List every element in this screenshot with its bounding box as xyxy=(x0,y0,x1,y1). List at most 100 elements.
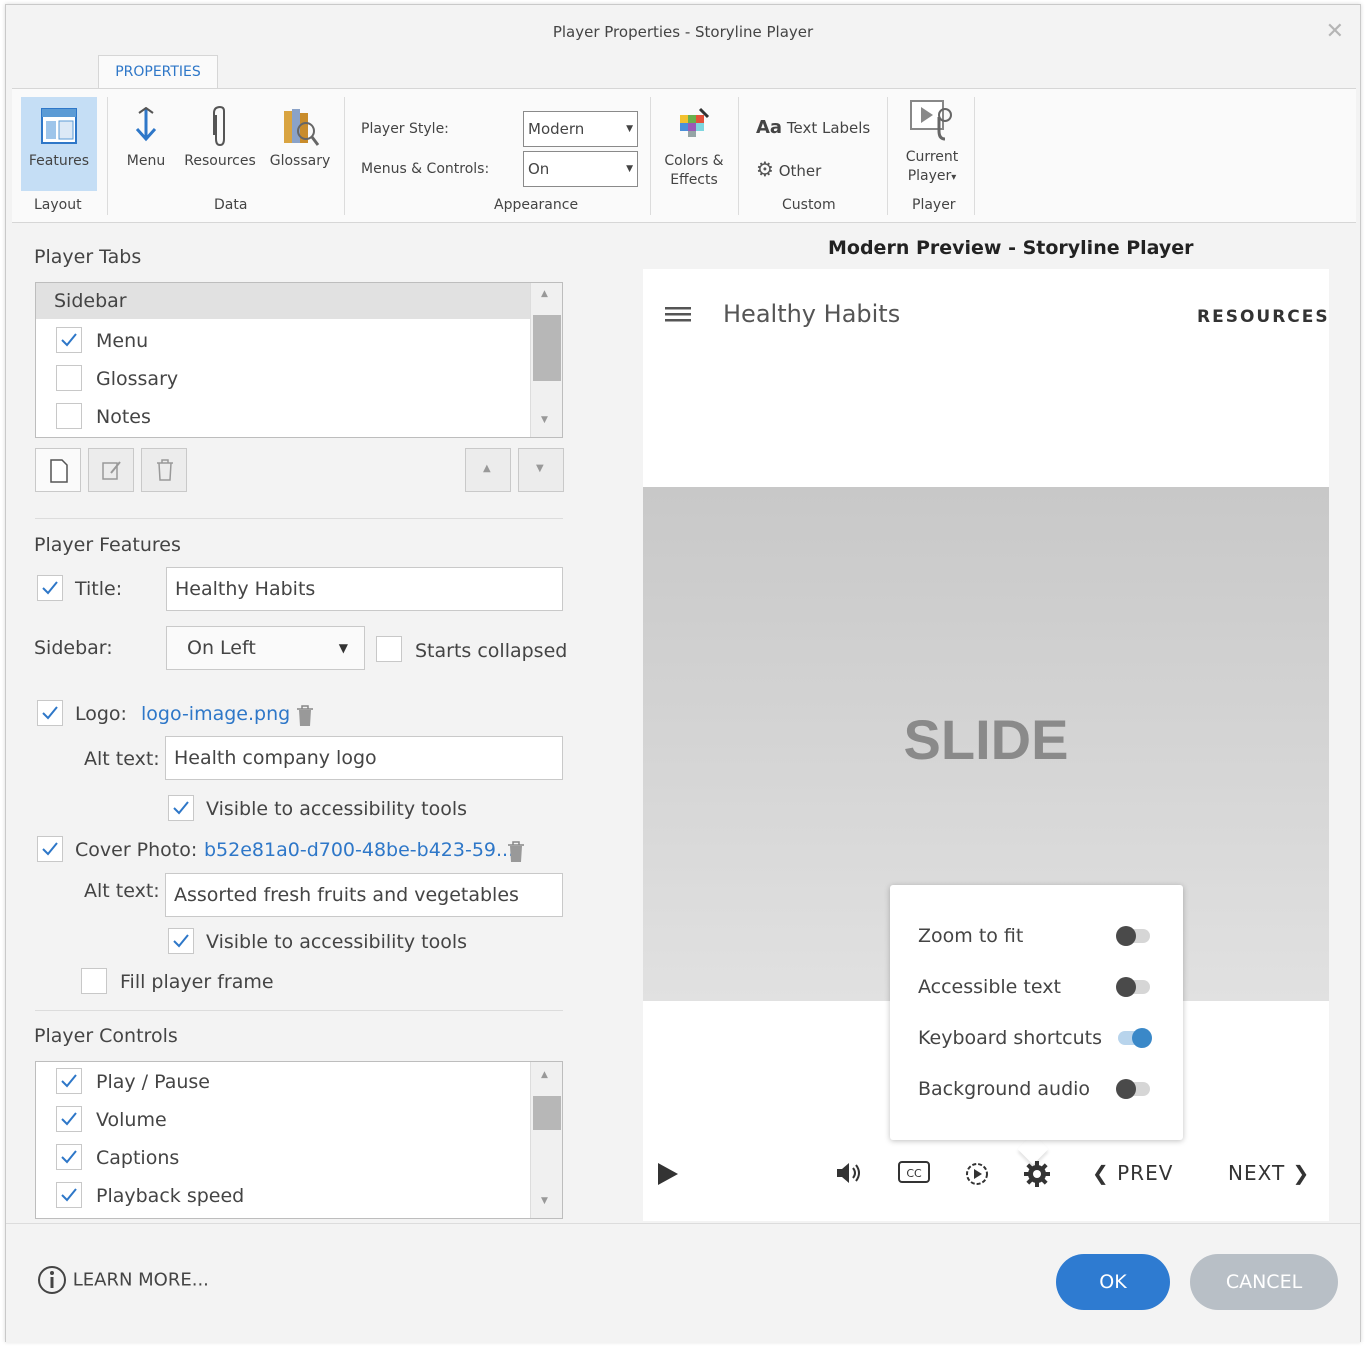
settings-gear-icon[interactable] xyxy=(1023,1160,1051,1188)
scroll-up-icon[interactable]: ▲ xyxy=(541,1070,548,1080)
scroll-up-icon[interactable]: ▲ xyxy=(541,289,548,299)
captions-checkbox[interactable] xyxy=(56,1144,82,1170)
title-input[interactable]: Healthy Habits xyxy=(166,567,563,611)
arrow-down-icon: ▼ xyxy=(536,463,544,474)
tab-properties[interactable]: PROPERTIES xyxy=(98,55,218,89)
list-item[interactable]: Captions xyxy=(96,1147,179,1169)
glossary-tab-checkbox[interactable] xyxy=(56,365,82,391)
menu-button[interactable]: Menu xyxy=(118,97,174,191)
list-item[interactable]: Glossary xyxy=(96,368,178,390)
close-icon[interactable]: ✕ xyxy=(1326,19,1344,44)
resources-label: Resources xyxy=(184,153,256,169)
features-button[interactable]: Features xyxy=(21,97,97,191)
scrollbar[interactable]: ▲ ▼ xyxy=(530,1062,562,1218)
play-icon[interactable] xyxy=(656,1161,680,1187)
list-item[interactable]: Playback speed xyxy=(96,1185,244,1207)
menus-controls-label: Menus & Controls: xyxy=(361,161,490,177)
resources-button[interactable]: Resources xyxy=(178,97,262,191)
chevron-down-icon: ▼ xyxy=(626,124,633,134)
edit-tab-button[interactable] xyxy=(88,448,134,492)
list-item[interactable]: Notes xyxy=(96,406,151,428)
chevron-down-icon: ▼ xyxy=(626,164,633,174)
cover-accessibility-checkbox[interactable] xyxy=(168,928,194,954)
hamburger-icon[interactable] xyxy=(665,305,693,325)
notes-tab-checkbox[interactable] xyxy=(56,403,82,429)
player-style-select[interactable]: Modern ▼ xyxy=(523,111,638,147)
group-player-label: Player xyxy=(912,197,956,213)
preview-title: Modern Preview - Storyline Player xyxy=(828,237,1194,259)
logo-accessibility-checkbox[interactable] xyxy=(168,795,194,821)
text-labels-button[interactable]: Aa Text Labels xyxy=(756,117,870,138)
cover-photo-checkbox[interactable] xyxy=(37,836,63,862)
sidebar-select[interactable]: On Left ▼ xyxy=(166,626,365,670)
glossary-button[interactable]: Glossary xyxy=(264,97,336,191)
logo-alt-input[interactable]: Health company logo xyxy=(165,736,563,780)
player-tabs-title: Player Tabs xyxy=(34,246,142,268)
cover-alt-input[interactable]: Assorted fresh fruits and vegetables xyxy=(165,873,563,917)
scroll-down-icon[interactable]: ▼ xyxy=(541,415,548,425)
current-player-button[interactable]: Current Player▾ xyxy=(892,95,972,195)
cancel-button[interactable]: CANCEL xyxy=(1190,1254,1338,1310)
player-style-value: Modern xyxy=(528,120,585,138)
fill-frame-checkbox[interactable] xyxy=(81,968,107,994)
scrollbar[interactable]: ▲ ▼ xyxy=(530,283,562,437)
title-checkbox[interactable] xyxy=(37,575,63,601)
ok-button[interactable]: OK xyxy=(1056,1254,1170,1310)
learn-more-link[interactable]: LEARN MORE... xyxy=(37,1265,209,1295)
list-item[interactable]: Volume xyxy=(96,1109,167,1131)
group-separator xyxy=(887,97,888,215)
other-button[interactable]: ⚙ Other xyxy=(756,157,821,181)
volume-icon[interactable] xyxy=(835,1161,863,1185)
group-appearance-label: Appearance xyxy=(494,197,579,213)
play-pause-checkbox[interactable] xyxy=(56,1068,82,1094)
captions-icon[interactable]: CC xyxy=(898,1161,930,1185)
colors-effects-button[interactable]: Colors & Effects xyxy=(654,97,734,197)
trash-icon xyxy=(157,459,173,481)
group-separator xyxy=(650,97,651,215)
player-controls-list[interactable]: Play / Pause Volume Captions Playback sp… xyxy=(35,1061,563,1219)
starts-collapsed-checkbox[interactable] xyxy=(376,636,402,662)
scroll-down-icon[interactable]: ▼ xyxy=(541,1196,548,1206)
other-label: Other xyxy=(778,162,822,180)
group-separator xyxy=(344,97,345,215)
logo-file-link[interactable]: logo-image.png xyxy=(141,703,290,725)
menu-tab-checkbox[interactable] xyxy=(56,327,82,353)
trash-icon[interactable] xyxy=(507,841,525,863)
menus-controls-select[interactable]: On ▼ xyxy=(523,151,638,187)
checkmark-icon xyxy=(61,333,77,347)
move-up-button[interactable]: ▲ xyxy=(465,448,511,492)
scroll-thumb[interactable] xyxy=(533,315,561,381)
replay-icon[interactable] xyxy=(964,1161,990,1187)
next-button[interactable]: NEXT ❯ xyxy=(1228,1161,1310,1185)
prev-button[interactable]: ❮ PREV xyxy=(1092,1161,1173,1185)
checkmark-icon xyxy=(61,1112,77,1126)
new-tab-button[interactable] xyxy=(35,448,81,492)
slide-placeholder: SLIDE xyxy=(903,708,1069,771)
trash-icon[interactable] xyxy=(296,705,314,727)
move-down-button[interactable]: ▼ xyxy=(518,448,564,492)
chevron-down-icon: ▾ xyxy=(951,172,957,183)
checkmark-icon xyxy=(42,842,58,856)
playback-speed-checkbox[interactable] xyxy=(56,1182,82,1208)
cover-photo-link[interactable]: b52e81a0-d700-48be-b423-59... xyxy=(204,839,514,861)
features-label: Features xyxy=(28,153,90,169)
chevron-right-icon: ❯ xyxy=(1292,1161,1311,1185)
player-controls-title: Player Controls xyxy=(34,1025,178,1047)
cover-photo-label: Cover Photo: xyxy=(75,839,198,861)
scroll-thumb[interactable] xyxy=(533,1096,561,1130)
resources-link[interactable]: RESOURCES xyxy=(1197,307,1330,327)
setting-zoom-label: Zoom to fit xyxy=(918,925,1024,947)
list-item[interactable]: Menu xyxy=(96,330,148,352)
zoom-toggle[interactable] xyxy=(1116,926,1150,946)
background-audio-toggle[interactable] xyxy=(1116,1079,1150,1099)
player-tabs-list[interactable]: Sidebar Menu Glossary Notes ▲ ▼ xyxy=(35,282,563,438)
delete-tab-button[interactable] xyxy=(141,448,187,492)
chevron-down-icon: ▼ xyxy=(338,641,348,655)
list-item[interactable]: Play / Pause xyxy=(96,1071,210,1093)
keyboard-shortcuts-toggle[interactable] xyxy=(1118,1028,1152,1048)
color-palette-icon xyxy=(680,107,710,137)
accessible-text-toggle[interactable] xyxy=(1116,977,1150,997)
logo-checkbox[interactable] xyxy=(37,700,63,726)
colors-effects-label-line1: Colors & xyxy=(664,153,724,169)
volume-checkbox[interactable] xyxy=(56,1106,82,1132)
